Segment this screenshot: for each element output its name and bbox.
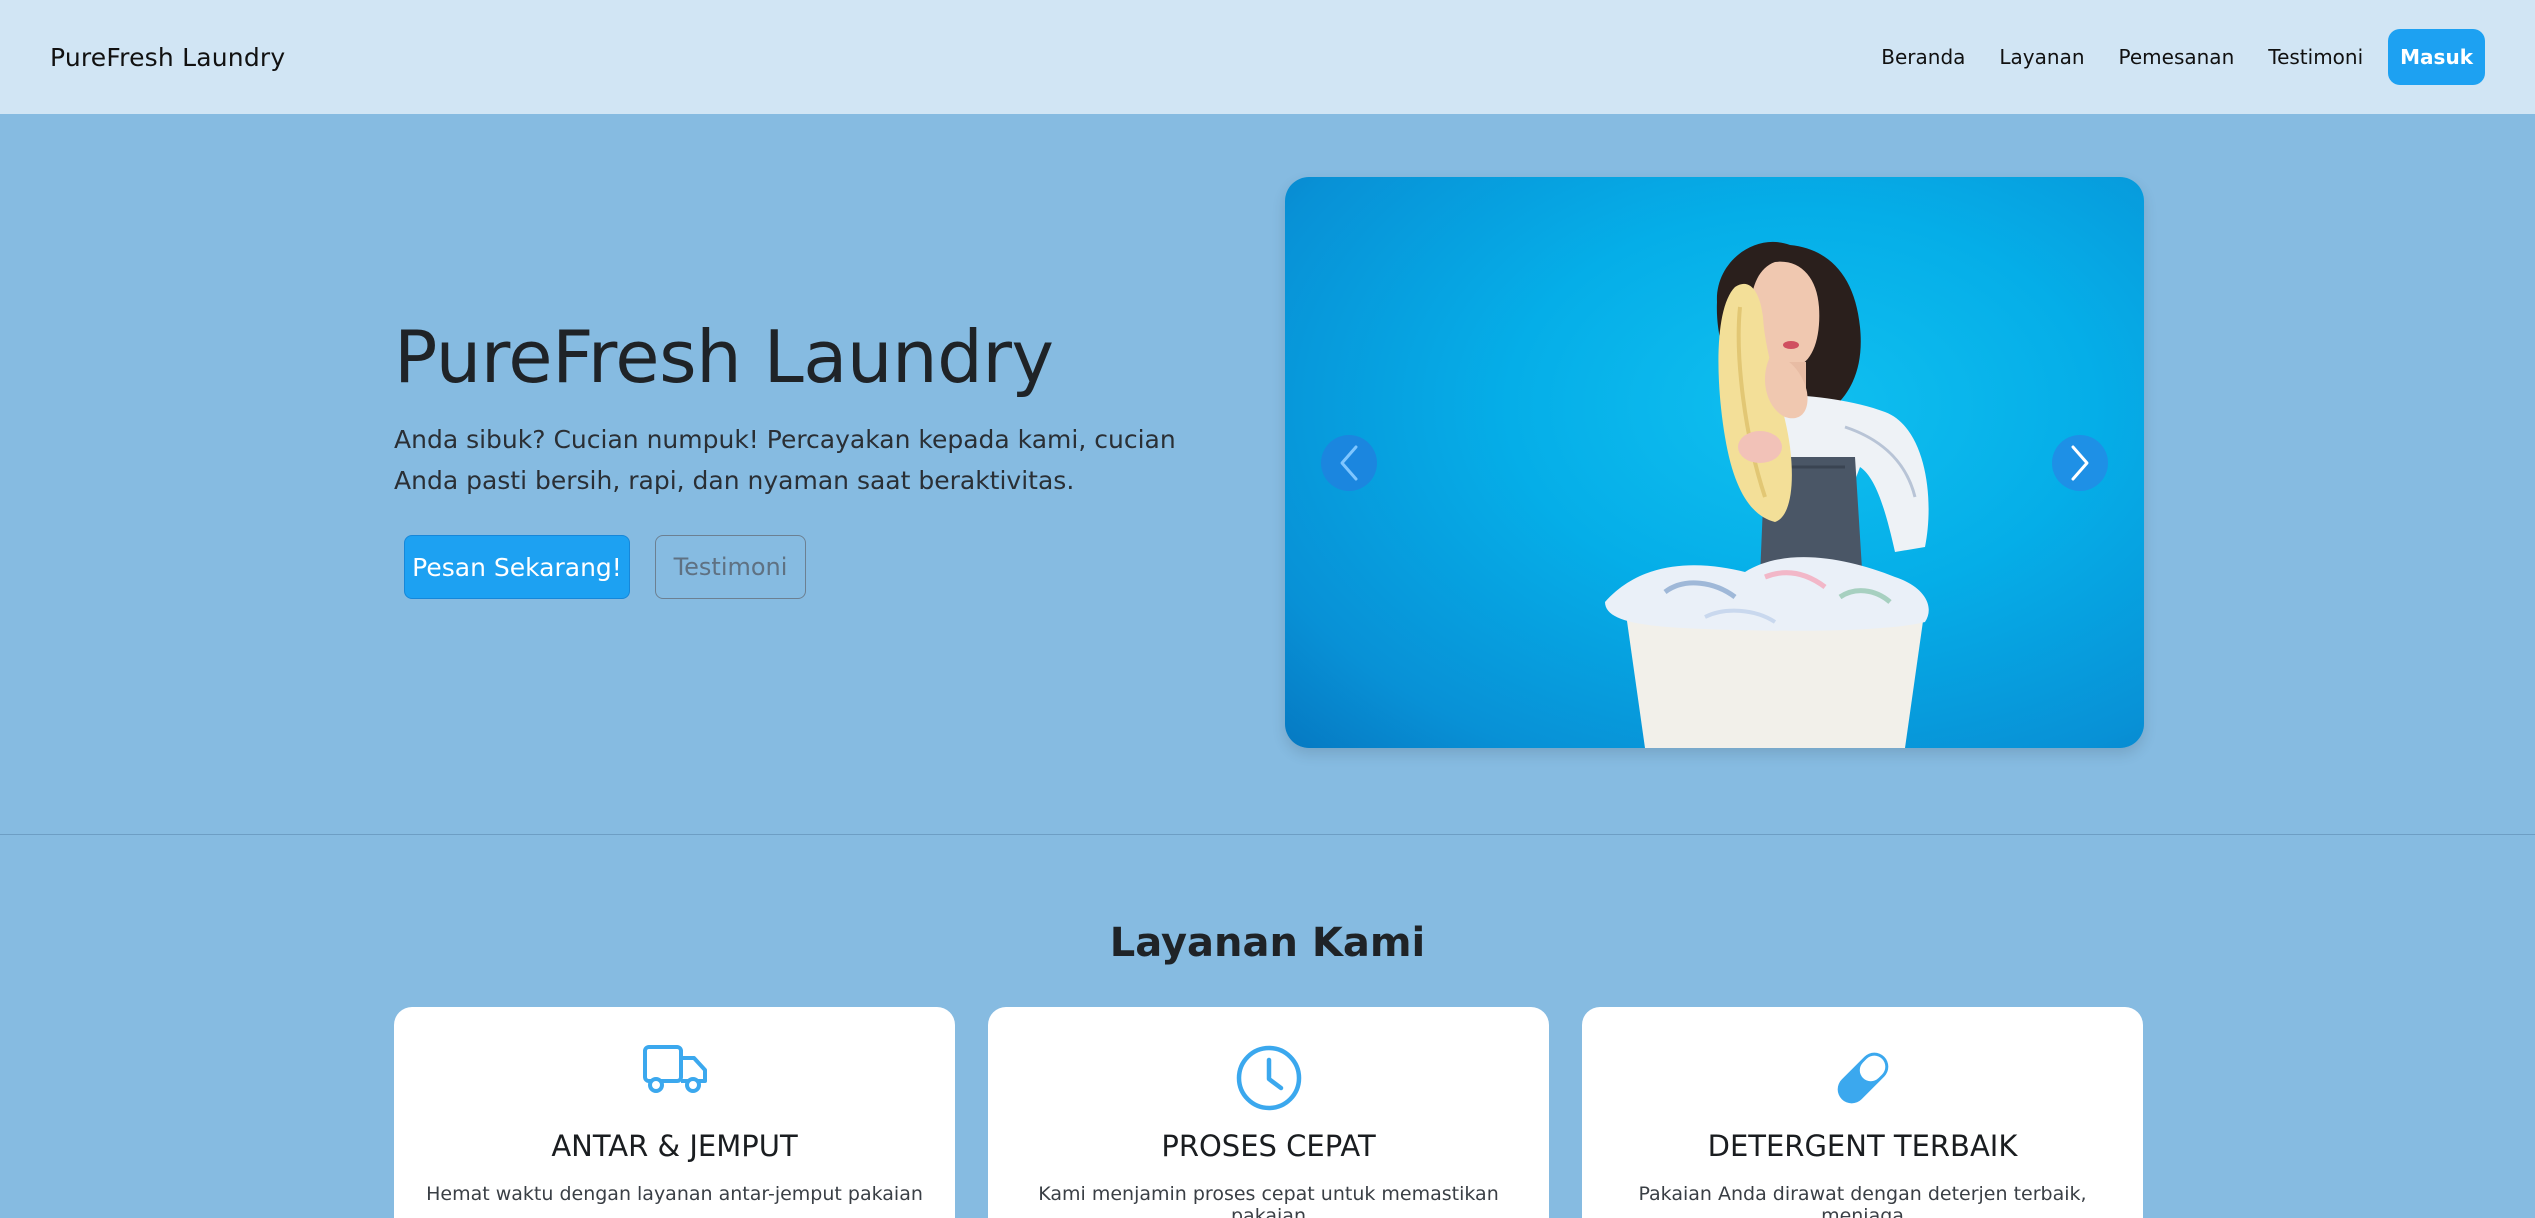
service-card-antar-jemput: ANTAR & JEMPUT Hemat waktu dengan layana…: [394, 1007, 955, 1218]
carousel-prev-button[interactable]: [1321, 435, 1377, 491]
nav-link-testimoni[interactable]: Testimoni: [2251, 31, 2380, 83]
nav-links: Beranda Layanan Pemesanan Testimoni Masu…: [1864, 29, 2485, 85]
service-card-title: PROSES CEPAT: [1161, 1129, 1376, 1163]
laundry-woman-photo: [1605, 241, 1929, 748]
order-now-button[interactable]: Pesan Sekarang!: [404, 535, 630, 599]
service-card-proses-cepat: PROSES CEPAT Kami menjamin proses cepat …: [988, 1007, 1549, 1218]
service-card-detergent: DETERGENT TERBAIK Pakaian Anda dirawat d…: [1582, 1007, 2143, 1218]
testimoni-button[interactable]: Testimoni: [655, 535, 806, 599]
service-card-text: Hemat waktu dengan layanan antar-jemput …: [426, 1183, 923, 1205]
capsule-icon: [1837, 1052, 1888, 1104]
chevron-left-icon: [1340, 445, 1358, 481]
clock-icon: [1236, 1045, 1301, 1111]
nav-link-pemesanan[interactable]: Pemesanan: [2102, 31, 2252, 83]
login-button[interactable]: Masuk: [2388, 29, 2485, 85]
navbar: PureFresh Laundry Beranda Layanan Pemesa…: [0, 0, 2535, 114]
nav-link-layanan[interactable]: Layanan: [1982, 31, 2101, 83]
hero-carousel[interactable]: [1285, 177, 2144, 748]
chevron-right-icon: [2071, 445, 2089, 481]
service-card-text: Kami menjamin proses cepat untuk memasti…: [1038, 1183, 1499, 1218]
truck-icon: [642, 1045, 707, 1093]
carousel-next-button[interactable]: [2052, 435, 2108, 491]
brand-logo-text[interactable]: PureFresh Laundry: [50, 43, 285, 72]
hero-buttons: Pesan Sekarang! Testimoni: [404, 535, 806, 599]
service-card-text: Pakaian Anda dirawat dengan deterjen ter…: [1638, 1183, 2087, 1218]
service-card-title: ANTAR & JEMPUT: [551, 1129, 798, 1163]
service-card-title: DETERGENT TERBAIK: [1707, 1129, 2018, 1163]
hero-title: PureFresh Laundry: [394, 315, 1054, 399]
section-divider: [0, 834, 2535, 835]
nav-link-beranda[interactable]: Beranda: [1864, 31, 1982, 83]
hero-description: Anda sibuk? Cucian numpuk! Percayakan ke…: [394, 425, 1176, 496]
hero-text: PureFresh Laundry Anda sibuk? Cucian num…: [394, 315, 1224, 501]
services-title: Layanan Kami: [1109, 920, 1426, 966]
